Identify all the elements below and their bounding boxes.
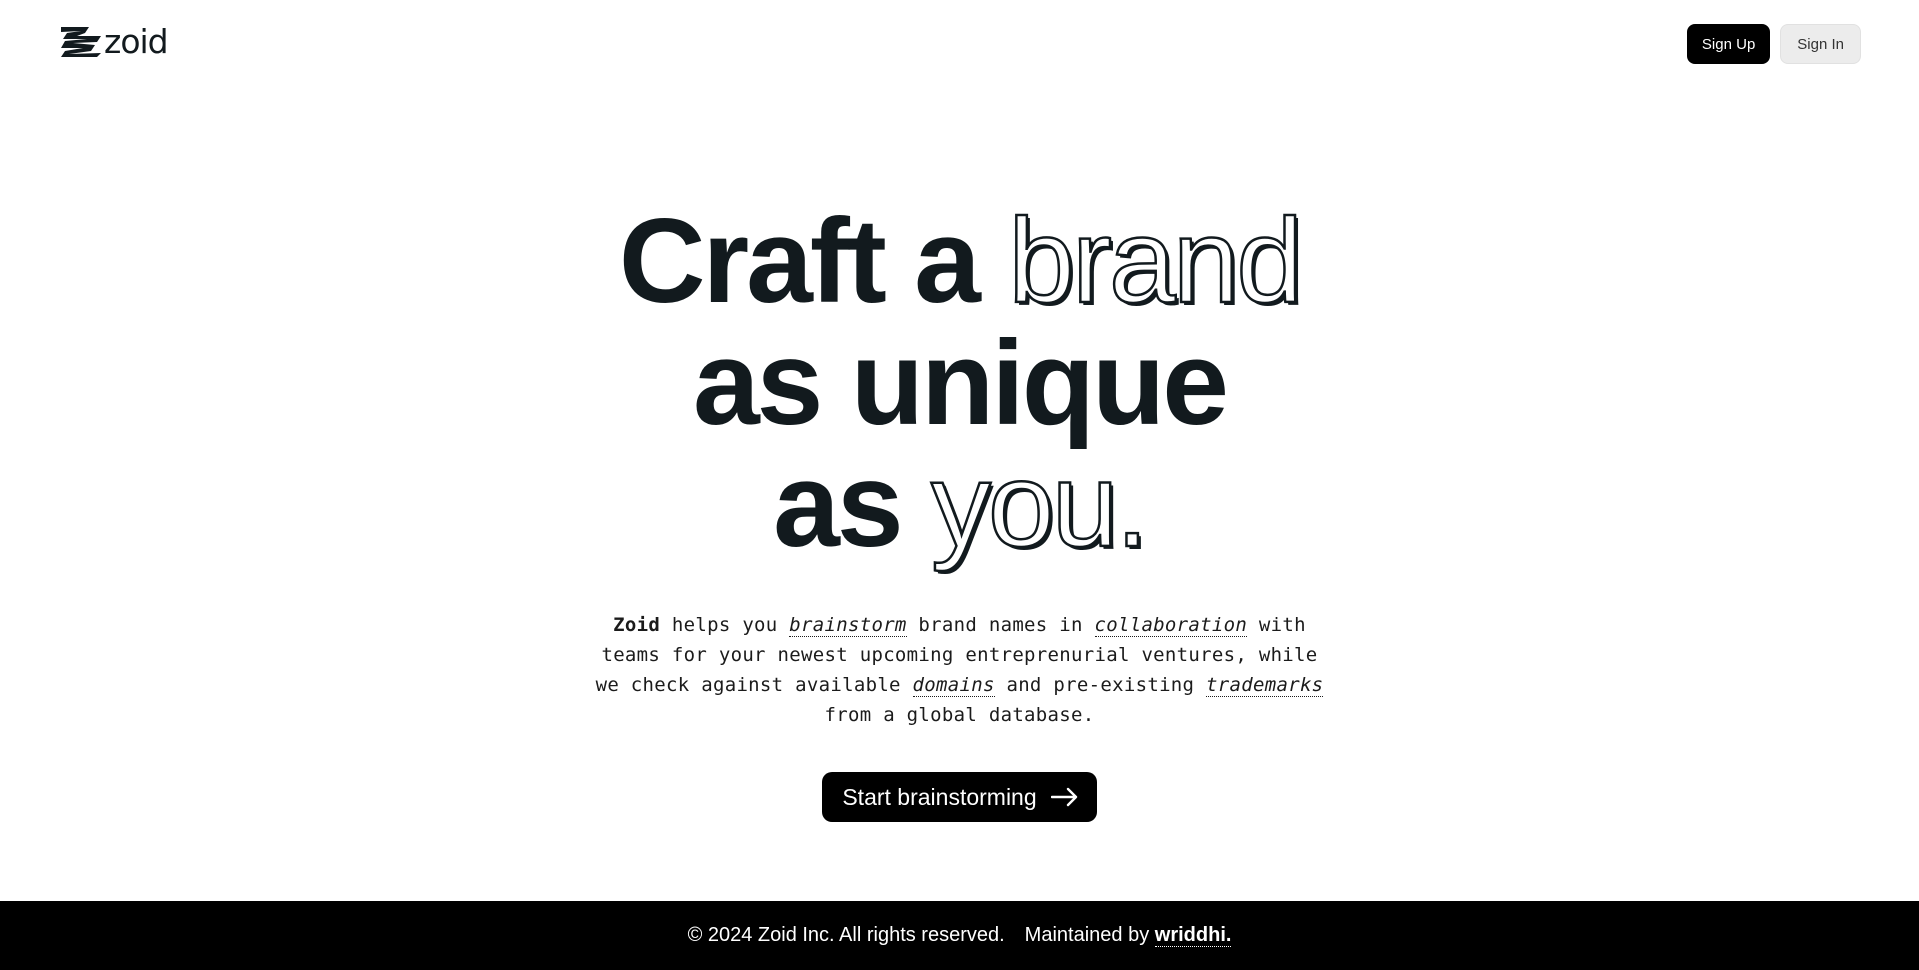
cta-label: Start brainstorming xyxy=(842,783,1037,810)
maintainer-link[interactable]: wriddhi. xyxy=(1154,924,1232,947)
headline-text: Craft a xyxy=(618,194,1009,328)
headline-line-2: as unique xyxy=(692,316,1229,450)
term-collaboration[interactable]: collaboration xyxy=(1094,614,1248,637)
hero-headline: Craft a brand as unique as you. xyxy=(0,199,1919,568)
copyright-text: © 2024 Zoid Inc. All rights reserved. xyxy=(687,924,1005,946)
maintained-prefix: Maintained by xyxy=(1024,924,1150,946)
description-brand-name: Zoid xyxy=(613,614,661,636)
sign-in-button[interactable]: Sign In xyxy=(1780,24,1861,64)
logo-wordmark: zoid xyxy=(104,22,169,61)
term-domains[interactable]: domains xyxy=(912,674,995,697)
description-text: and pre-existing xyxy=(994,674,1207,696)
headline-line-1: Craft a brand xyxy=(0,199,1919,324)
headline-outline-word-brand: brand xyxy=(1007,194,1304,328)
arrow-right-icon xyxy=(1050,787,1077,807)
headline-text: as xyxy=(773,438,931,572)
term-brainstorm[interactable]: brainstorm xyxy=(789,614,907,637)
top-navbar: zoid Sign Up Sign In xyxy=(0,0,1919,90)
site-footer: © 2024 Zoid Inc. All rights reserved. Ma… xyxy=(0,901,1919,970)
auth-actions: Sign Up Sign In xyxy=(1686,24,1861,64)
sign-up-button[interactable]: Sign Up xyxy=(1686,24,1771,64)
start-brainstorming-button[interactable]: Start brainstorming xyxy=(822,772,1097,822)
hero-section: Craft a brand as unique as you. Zoid hel… xyxy=(0,199,1919,822)
description-text: from a global database. xyxy=(824,704,1095,726)
description-text: helps you xyxy=(660,614,790,636)
term-trademarks[interactable]: trademarks xyxy=(1206,674,1324,697)
description-text: brand names in xyxy=(906,614,1095,636)
zoid-logo-link[interactable]: zoid xyxy=(61,22,169,61)
headline-line-3: as you. xyxy=(0,443,1919,568)
headline-outline-word-you: you. xyxy=(930,438,1150,572)
zoid-zigzag-icon xyxy=(61,27,101,57)
maintained-by: Maintained by wriddhi. xyxy=(1025,924,1232,947)
hero-description: Zoid helps you brainstorm brand names in… xyxy=(590,610,1330,730)
